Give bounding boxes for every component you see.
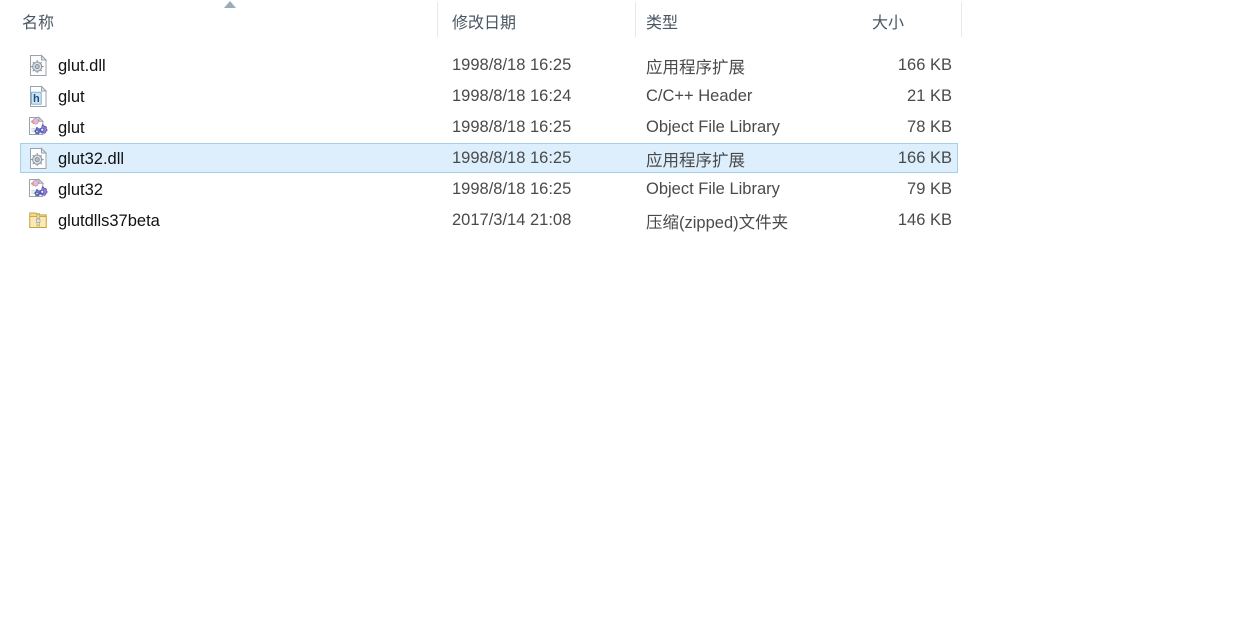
object-library-file-icon <box>28 116 49 139</box>
file-size-cell: 166 KB <box>897 149 952 167</box>
dll-file-icon <box>28 147 49 170</box>
file-explorer-details-pane: 名称 修改日期 类型 大小 glut.dll 1998/8/18 16:25 应用程… <box>0 0 1259 627</box>
file-date-modified-cell: 2017/3/14 21:08 <box>452 211 572 229</box>
column-header-size[interactable]: 大小 <box>872 0 957 39</box>
file-name-label: glut32.dll <box>58 149 125 168</box>
file-date-modified-cell: 1998/8/18 16:25 <box>452 149 572 167</box>
zipped-folder-icon <box>28 209 49 232</box>
file-name-cell[interactable]: glutdlls37beta <box>28 205 428 236</box>
file-row[interactable]: glut 1998/8/18 16:25 Object File Library 78… <box>0 112 1259 143</box>
file-date-modified-cell: 1998/8/18 16:25 <box>452 56 572 74</box>
file-row[interactable]: glut32.dll 1998/8/18 16:25 应用程序扩展 166 KB <box>0 143 1259 174</box>
file-size-cell: 146 KB <box>897 211 952 229</box>
column-divider-type-size[interactable] <box>961 2 962 37</box>
dll-file-icon <box>28 54 49 77</box>
column-divider-date-type[interactable] <box>635 2 636 37</box>
file-row[interactable]: glut.dll 1998/8/18 16:25 应用程序扩展 166 KB <box>0 50 1259 81</box>
file-date-modified-cell: 1998/8/18 16:24 <box>452 87 572 105</box>
file-size-cell: 21 KB <box>907 87 952 105</box>
column-header-type-label: 类型 <box>646 14 679 32</box>
file-row[interactable]: glutdlls37beta 2017/3/14 21:08 压缩(zipped)文… <box>0 205 1259 236</box>
column-header-date-modified-label: 修改日期 <box>452 14 517 32</box>
file-name-label: glut <box>58 87 85 106</box>
file-date-modified-cell: 1998/8/18 16:25 <box>452 180 572 198</box>
file-name-label: glut.dll <box>58 56 106 75</box>
file-list: glut.dll 1998/8/18 16:25 应用程序扩展 166 KB h glut… <box>0 50 1259 236</box>
file-size-cell: 79 KB <box>907 180 952 198</box>
file-name-cell[interactable]: glut32 <box>28 174 428 205</box>
svg-text:h: h <box>33 93 40 105</box>
file-size-cell: 78 KB <box>907 118 952 136</box>
column-header-name[interactable]: 名称 <box>22 0 422 39</box>
file-name-cell[interactable]: glut <box>28 112 428 143</box>
file-name-cell[interactable]: glut32.dll <box>28 143 428 174</box>
file-size-cell: 166 KB <box>897 56 952 74</box>
file-name-cell[interactable]: glut.dll <box>28 50 428 81</box>
object-library-file-icon <box>28 178 49 201</box>
file-name-label: glut32 <box>58 180 103 199</box>
file-name-label: glutdlls37beta <box>58 211 160 230</box>
column-header-name-label: 名称 <box>22 14 55 32</box>
file-name-cell[interactable]: h glut <box>28 81 428 112</box>
header-file-icon: h <box>28 85 49 108</box>
file-row[interactable]: h glut 1998/8/18 16:24 C/C++ Header 21 KB <box>0 81 1259 112</box>
file-date-modified-cell: 1998/8/18 16:25 <box>452 118 572 136</box>
column-header-date-modified[interactable]: 修改日期 <box>452 0 627 39</box>
column-header-row: 名称 修改日期 类型 大小 <box>0 0 1259 39</box>
file-name-label: glut <box>58 118 85 137</box>
file-row[interactable]: glut32 1998/8/18 16:25 Object File Library… <box>0 174 1259 205</box>
column-header-size-label: 大小 <box>872 14 905 32</box>
column-divider-name-date[interactable] <box>437 2 438 37</box>
